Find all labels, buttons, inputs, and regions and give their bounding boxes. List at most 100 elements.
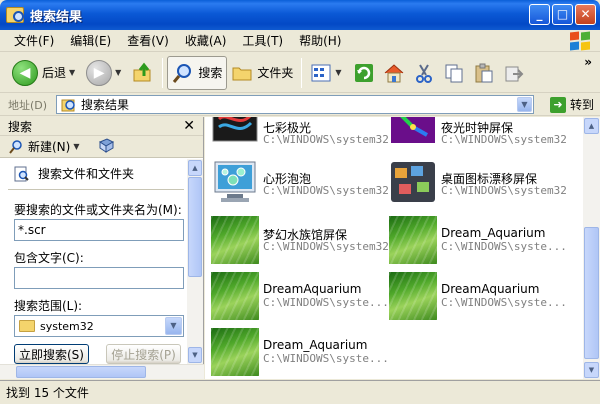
list-item[interactable]: Dream_Aquarium C:\WINDOWS\syste... bbox=[205, 328, 389, 378]
address-label: 地址(D) bbox=[8, 98, 48, 112]
back-arrow-icon: ◀ bbox=[12, 59, 38, 86]
new-search-label: 新建(N) bbox=[28, 140, 71, 154]
forward-dropdown-icon[interactable]: ▼ bbox=[115, 68, 121, 77]
toolbar-separator bbox=[301, 57, 303, 88]
search-pane-hscrollbar[interactable] bbox=[0, 364, 204, 379]
forward-arrow-icon: ▶ bbox=[86, 59, 113, 86]
new-search-dropdown-icon[interactable]: ▼ bbox=[73, 142, 79, 151]
paste-button[interactable] bbox=[469, 56, 499, 90]
toolbar-overflow-chevron-icon[interactable]: » bbox=[584, 55, 592, 69]
views-dropdown-icon[interactable]: ▼ bbox=[335, 68, 341, 77]
window-title: 搜索结果 bbox=[30, 9, 83, 25]
aquarium-grass-icon bbox=[211, 328, 259, 376]
new-search-button[interactable]: 新建(N) ▼ bbox=[8, 138, 83, 155]
search-pane-vscrollbar[interactable]: ▲ ▼ bbox=[187, 159, 203, 364]
go-button[interactable]: ➜ 转到 bbox=[549, 96, 594, 113]
menu-edit[interactable]: 编辑(E) bbox=[62, 32, 119, 49]
search-results-icon bbox=[61, 97, 77, 113]
folders-button[interactable]: 文件夹 bbox=[227, 56, 297, 90]
close-pane-icon[interactable]: ✕ bbox=[183, 118, 195, 134]
result-path: C:\WINDOWS\system32 bbox=[441, 184, 567, 197]
copy-button[interactable] bbox=[439, 56, 469, 90]
minimize-button[interactable]: _ bbox=[529, 4, 550, 25]
menu-bar: 文件(F) 编辑(E) 查看(V) 收藏(A) 工具(T) 帮助(H) bbox=[0, 30, 600, 52]
views-icon bbox=[310, 62, 332, 84]
hscroll-thumb[interactable] bbox=[16, 366, 146, 378]
search-now-button[interactable]: 立即搜索(S) bbox=[14, 344, 89, 364]
cut-button[interactable] bbox=[409, 56, 439, 90]
filename-label: 要搜索的文件或文件夹名为(M): bbox=[14, 203, 182, 217]
clock-screensaver-icon bbox=[389, 117, 437, 157]
search-button[interactable]: 搜索 bbox=[167, 55, 228, 90]
look-in-dropdown-icon[interactable]: ▼ bbox=[165, 317, 182, 335]
maximize-button[interactable]: □ bbox=[552, 4, 573, 25]
close-button[interactable]: ✕ bbox=[575, 4, 596, 25]
window-controls: _ □ ✕ bbox=[529, 4, 596, 25]
result-path: C:\WINDOWS\syste... bbox=[263, 296, 389, 309]
folders-icon bbox=[231, 62, 253, 84]
back-dropdown-icon[interactable]: ▼ bbox=[69, 68, 75, 77]
go-arrow-icon: ➜ bbox=[549, 96, 566, 113]
scroll-down-icon[interactable]: ▼ bbox=[584, 362, 599, 378]
list-item[interactable]: 梦幻水族馆屏保 C:\WINDOWS\system32 bbox=[205, 216, 389, 266]
search-form: 搜索文件和文件夹 要搜索的文件或文件夹名为(M): *.scr 包含文字(C):… bbox=[0, 159, 188, 364]
scroll-down-icon[interactable]: ▼ bbox=[188, 347, 202, 363]
result-name: Dream_Aquarium bbox=[263, 338, 368, 352]
stop-search-button[interactable]: 停止搜索(P) bbox=[106, 344, 181, 364]
title-bar[interactable]: 搜索结果 _ □ ✕ bbox=[0, 0, 600, 30]
status-text: 找到 15 个文件 bbox=[6, 386, 89, 400]
filename-value: *.scr bbox=[18, 223, 46, 237]
list-item[interactable]: Dream_Aquarium C:\WINDOWS\syste... bbox=[383, 216, 567, 266]
scroll-up-icon[interactable]: ▲ bbox=[584, 118, 599, 134]
results-vscrollbar[interactable]: ▲ ▼ bbox=[583, 117, 600, 379]
search-pane-toolbar: 新建(N) ▼ bbox=[0, 136, 203, 158]
look-in-select[interactable]: system32 ▼ bbox=[14, 315, 184, 337]
aquarium-grass-icon bbox=[389, 272, 437, 320]
search-options-icon[interactable] bbox=[97, 136, 119, 158]
divider bbox=[8, 189, 184, 190]
result-name: Dream_Aquarium bbox=[441, 226, 546, 240]
address-input[interactable]: 搜索结果 ▼ bbox=[56, 95, 534, 114]
move-to-button[interactable] bbox=[499, 56, 529, 90]
menu-help[interactable]: 帮助(H) bbox=[291, 32, 349, 49]
up-folder-button[interactable] bbox=[128, 56, 158, 90]
result-path: C:\WINDOWS\syste... bbox=[441, 296, 567, 309]
list-item[interactable]: DreamAquarium C:\WINDOWS\syste... bbox=[383, 272, 567, 322]
result-path: C:\WINDOWS\system32 bbox=[263, 184, 389, 197]
scroll-thumb[interactable] bbox=[584, 227, 599, 359]
menu-favorites[interactable]: 收藏(A) bbox=[177, 32, 235, 49]
results-pane: 七彩极光 C:\WINDOWS\system32 夜光时钟屏保 C:\WINDO… bbox=[205, 117, 583, 379]
menu-file[interactable]: 文件(F) bbox=[6, 32, 62, 49]
refresh-icon bbox=[353, 62, 375, 84]
refresh-button[interactable] bbox=[349, 56, 379, 90]
desktop-icons-screensaver-icon bbox=[389, 160, 437, 208]
list-item[interactable]: 桌面图标漂移屏保 C:\WINDOWS\system32 bbox=[383, 160, 567, 210]
search-label: 搜索 bbox=[198, 66, 223, 80]
scroll-thumb[interactable] bbox=[188, 177, 202, 277]
folder-icon bbox=[19, 320, 35, 332]
aquarium-grass-icon bbox=[211, 272, 259, 320]
magnifier-icon bbox=[8, 139, 24, 155]
look-in-label: 搜索范围(L): bbox=[14, 299, 83, 313]
list-item[interactable]: DreamAquarium C:\WINDOWS\syste... bbox=[205, 272, 389, 322]
address-bar: 地址(D) 搜索结果 ▼ ➜ 转到 bbox=[0, 94, 600, 116]
back-button[interactable]: ◀ 后退 ▼ bbox=[8, 56, 82, 90]
scroll-up-icon[interactable]: ▲ bbox=[188, 160, 202, 176]
list-item[interactable]: 心形泡泡 C:\WINDOWS\system32 bbox=[205, 160, 389, 210]
search-pane-title: 搜索 bbox=[8, 119, 33, 134]
views-button[interactable]: ▼ bbox=[306, 56, 348, 90]
filename-input[interactable]: *.scr bbox=[14, 219, 184, 241]
forward-button[interactable]: ▶ ▼ bbox=[82, 56, 128, 90]
status-bar: 找到 15 个文件 bbox=[0, 380, 600, 404]
containing-text-input[interactable] bbox=[14, 267, 184, 289]
menu-view[interactable]: 查看(V) bbox=[119, 32, 177, 49]
list-item[interactable]: 七彩极光 C:\WINDOWS\system32 bbox=[205, 117, 389, 159]
result-path: C:\WINDOWS\syste... bbox=[441, 240, 567, 253]
search-folder-icon bbox=[6, 7, 24, 23]
list-item[interactable]: 夜光时钟屏保 C:\WINDOWS\system32 bbox=[383, 117, 567, 159]
result-path: C:\WINDOWS\system32 bbox=[263, 240, 389, 253]
containing-text-label: 包含文字(C): bbox=[14, 251, 84, 265]
address-dropdown-icon[interactable]: ▼ bbox=[517, 97, 532, 112]
home-button[interactable] bbox=[379, 56, 409, 90]
menu-tools[interactable]: 工具(T) bbox=[234, 32, 291, 49]
